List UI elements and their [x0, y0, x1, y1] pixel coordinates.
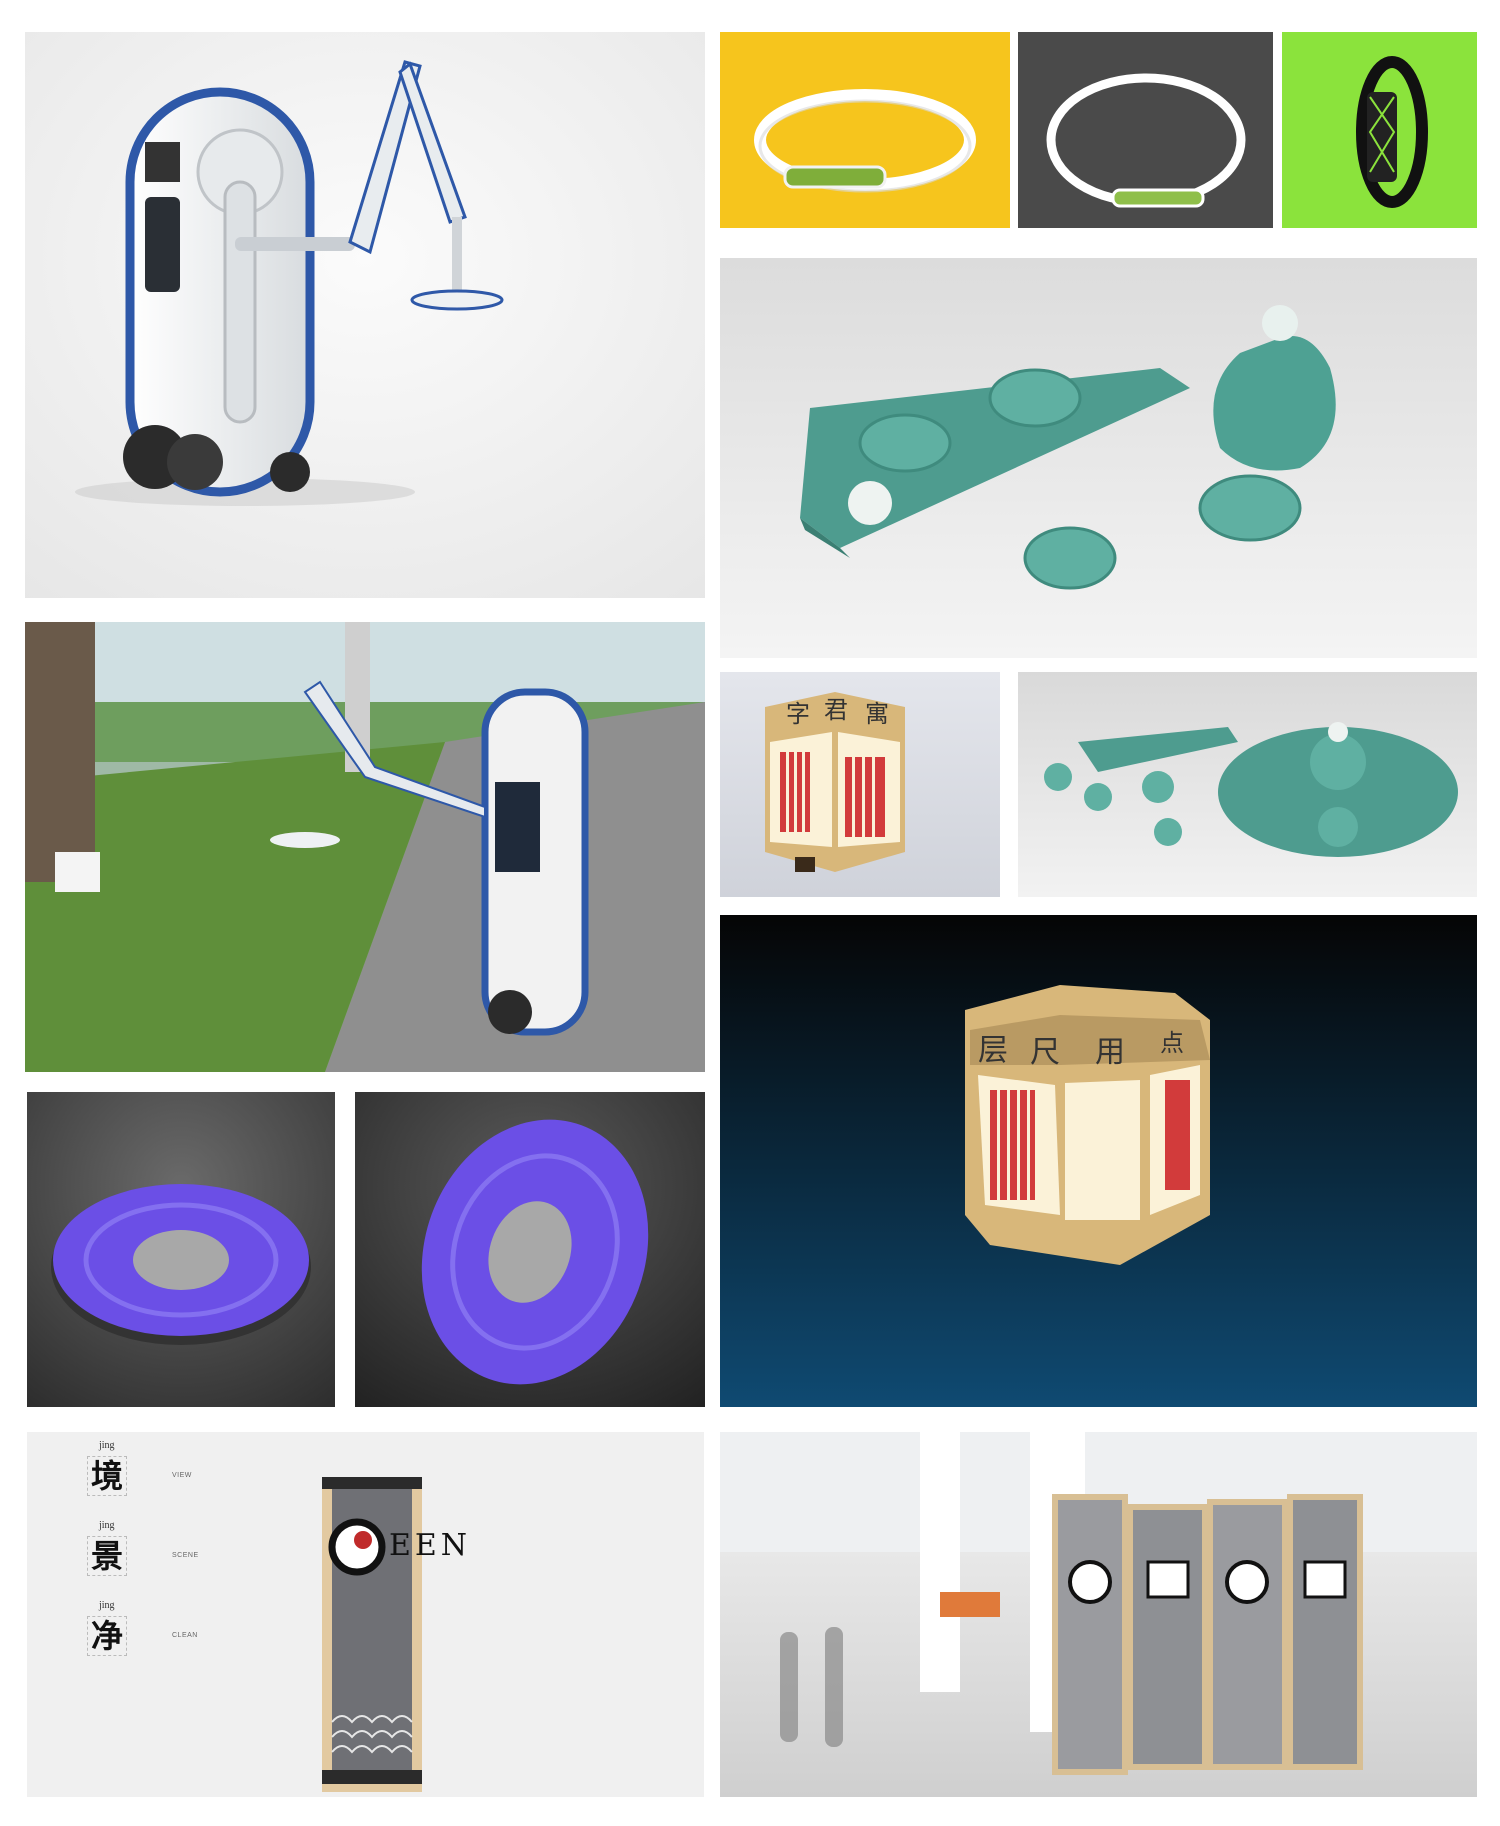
lantern-char-2: 君 [824, 698, 848, 724]
celadon-set-2-photo [1018, 672, 1477, 897]
bracelet-yellow-photo [720, 32, 1010, 228]
lantern-large-char-4: 点 [1160, 1031, 1184, 1057]
celadon-set-photo [720, 258, 1477, 658]
screen-panel-illustration [322, 1477, 422, 1792]
screen-lobby-photo [720, 1432, 1477, 1797]
band-lime-illustration [1282, 32, 1477, 228]
lantern-large-photo: 层 尺 用 点 [720, 915, 1477, 1407]
lantern-large-char-3: 用 [1095, 1036, 1125, 1069]
bracelet-grey-illustration [1018, 32, 1273, 228]
ring-purple-1-photo [27, 1092, 335, 1407]
robot-studio-illustration [25, 32, 705, 598]
lantern-char-1: 字 [786, 702, 810, 728]
lantern-small-photo: 字 君 寓 [720, 672, 1000, 897]
screen-poster: jing 境 VIEW jing 景 SCENE jing 净 CLEAN EE… [27, 1432, 704, 1797]
band-lime-photo [1282, 32, 1477, 228]
lantern-large-char-2: 尺 [1030, 1036, 1060, 1069]
lantern-large-illustration [720, 915, 1477, 1407]
ring-purple-2-photo [355, 1092, 705, 1407]
ring-purple-1-illustration [27, 1092, 335, 1407]
lantern-char-3: 寓 [865, 702, 889, 728]
celadon-set-2-illustration [1018, 672, 1477, 897]
poster-logo-text: EEN [389, 1528, 472, 1563]
bracelet-yellow-illustration [720, 32, 1010, 228]
robot-studio-photo [25, 32, 705, 598]
lantern-small-illustration [720, 672, 1000, 897]
celadon-set-illustration [720, 258, 1477, 658]
bracelet-grey-photo [1018, 32, 1273, 228]
screen-lobby-illustration [720, 1432, 1477, 1797]
robot-street-photo [25, 622, 705, 1072]
robot-street-illustration [25, 622, 705, 1072]
lantern-large-char-1: 层 [978, 1034, 1008, 1067]
ring-purple-2-illustration [355, 1092, 705, 1407]
